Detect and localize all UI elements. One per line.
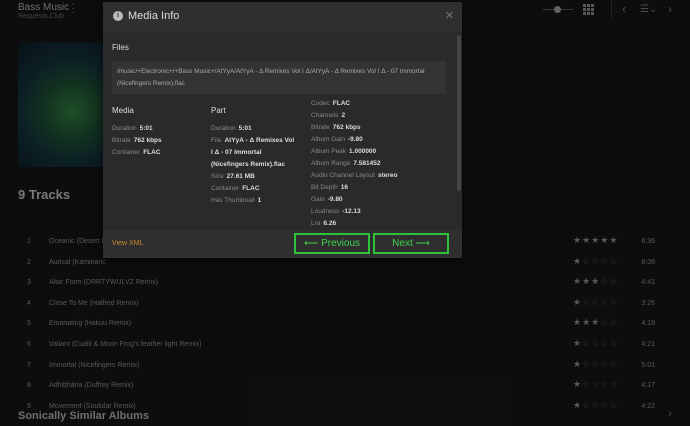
field-label: Album Gain xyxy=(311,136,345,143)
field-value: -9.80 xyxy=(327,196,343,203)
info-field: Album Gain -9.80 xyxy=(311,134,397,146)
field-label: Gain xyxy=(311,196,325,203)
info-field: Codec FLAC xyxy=(311,98,397,110)
scrollbar[interactable] xyxy=(457,35,461,191)
field-value: 1.000000 xyxy=(349,148,377,155)
field-label: Channels xyxy=(311,112,339,119)
info-field: I Δ - 07 Immortal xyxy=(211,147,311,159)
field-value: 6.26 xyxy=(323,220,337,227)
info-field: Album Peak 1.000000 xyxy=(311,146,397,158)
previous-label: Previous xyxy=(321,238,361,249)
info-field: (Nicefingers Remix).flac xyxy=(211,159,311,171)
media-column: Media Duration 5:01 Bitrate 762 kbps Contain… xyxy=(112,106,162,159)
field-value: -9.80 xyxy=(347,136,363,143)
field-value: 2 xyxy=(341,112,346,119)
field-label: Container xyxy=(211,185,240,192)
field-value: (Nicefingers Remix).flac xyxy=(211,161,286,168)
field-label: Loudness xyxy=(311,208,340,215)
info-field: Album Range 7.581452 xyxy=(311,158,397,170)
stream-column: Codec FLAC Channels 2 Bitrate 762 kbps Album G… xyxy=(311,98,397,230)
info-field: Size 27.61 MB xyxy=(211,171,311,183)
files-heading: Files xyxy=(112,43,129,52)
field-label: Album Range xyxy=(311,160,351,167)
field-value: 27.61 MB xyxy=(226,173,255,180)
file-path: /music/+Electronic+/+Bass Music+/AtYyA/A… xyxy=(112,61,446,94)
part-heading: Part xyxy=(211,106,226,115)
info-field: Gain -9.80 xyxy=(311,194,397,206)
info-field: Loudness -12.13 xyxy=(311,206,397,218)
close-icon[interactable]: ✕ xyxy=(445,9,454,22)
dialog-title: Media Info xyxy=(128,10,180,22)
next-label: Next xyxy=(392,238,413,249)
field-label: Bitrate xyxy=(112,137,131,144)
info-field: Container FLAC xyxy=(211,183,311,195)
field-value: -12.13 xyxy=(342,208,361,215)
field-label: Bit Depth xyxy=(311,184,338,191)
field-value: AtYyA - Δ Remixes Vol xyxy=(224,137,295,144)
field-label: Has Thumbnail xyxy=(211,197,255,204)
field-label: File xyxy=(211,137,222,144)
field-label: Size xyxy=(211,173,224,180)
field-label: Bitrate xyxy=(311,124,330,131)
info-field: Audio Channel Layout stereo xyxy=(311,170,397,182)
previous-button[interactable]: ⟵ Previous xyxy=(294,233,370,254)
field-value: 16 xyxy=(340,184,348,191)
field-value: 762 kbps xyxy=(133,137,162,144)
media-info-dialog: i Media Info ✕ Files /music/+Electronic+… xyxy=(103,2,462,258)
arrow-left-icon: ⟵ xyxy=(303,238,319,249)
arrow-right-icon: ⟶ xyxy=(415,238,430,249)
field-value: 762 kbps xyxy=(332,124,361,131)
next-button[interactable]: Next ⟶ xyxy=(373,233,449,254)
dialog-header: i Media Info ✕ xyxy=(103,2,462,32)
field-label: Lra xyxy=(311,220,321,227)
info-field: Bitrate 762 kbps xyxy=(311,122,397,134)
field-label: Album Peak xyxy=(311,148,347,155)
field-label: Container xyxy=(112,149,141,156)
field-label: Audio Channel Layout xyxy=(311,172,375,179)
field-value: 5:01 xyxy=(238,125,252,132)
info-field: Container FLAC xyxy=(112,147,162,159)
field-value: I Δ - 07 Immortal xyxy=(211,149,262,156)
info-field: Bitrate 762 kbps xyxy=(112,135,162,147)
field-label: Duration xyxy=(112,125,137,132)
info-field: Duration 5:01 xyxy=(112,123,162,135)
field-value: FLAC xyxy=(332,100,351,107)
media-heading: Media xyxy=(112,106,134,115)
info-field: Bit Depth 16 xyxy=(311,182,397,194)
info-field: Duration 5:01 xyxy=(211,123,311,135)
field-value: FLAC xyxy=(242,185,260,192)
dialog-footer: View XML ⟵ Previous Next ⟶ xyxy=(103,230,462,258)
field-label: Duration xyxy=(211,125,236,132)
info-field: Has Thumbnail 1 xyxy=(211,195,311,207)
info-field: Lra 6.26 xyxy=(311,218,397,230)
field-value: 7.581452 xyxy=(353,160,381,167)
field-value: 5:01 xyxy=(139,125,153,132)
part-column: Part Duration 5:01 File AtYyA - Δ Remixes V… xyxy=(211,106,311,207)
field-label: Codec xyxy=(311,100,330,107)
field-value: 1 xyxy=(257,197,262,204)
field-value: FLAC xyxy=(143,149,161,156)
info-field: File AtYyA - Δ Remixes Vol xyxy=(211,135,311,147)
info-icon: i xyxy=(113,11,123,21)
field-value: stereo xyxy=(377,172,398,179)
info-field: Channels 2 xyxy=(311,110,397,122)
view-xml-link[interactable]: View XML xyxy=(112,240,143,247)
